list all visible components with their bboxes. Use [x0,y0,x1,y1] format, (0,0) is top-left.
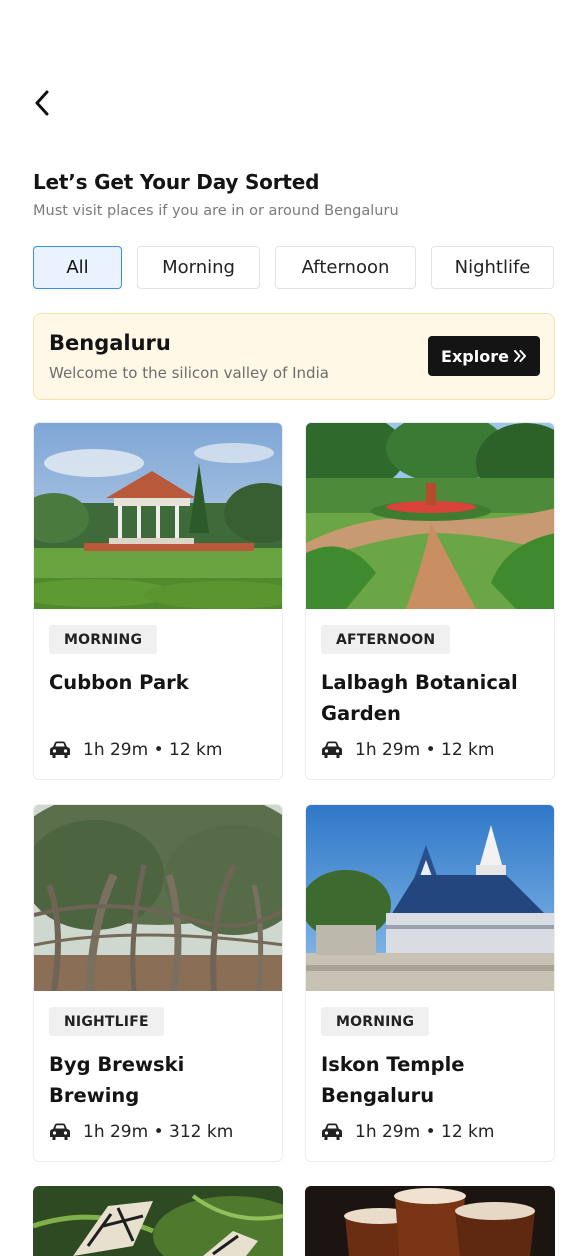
place-card-iskon-temple[interactable]: MORNING Iskon Temple Bengaluru 1h 29m • … [305,804,555,1162]
place-distance: 1h 29m • 12 km [355,740,495,760]
explore-button-label: Explore [441,346,509,366]
place-image [306,423,554,609]
place-distance: 1h 29m • 312 km [83,1122,234,1142]
city-banner: Bengaluru Welcome to the silicon valley … [33,313,555,400]
place-card-butterfly[interactable] [33,1186,283,1256]
car-icon [321,1122,343,1142]
place-name: Cubbon Park [49,671,189,694]
filter-chip-morning[interactable]: Morning [137,246,260,289]
filter-chip-nightlife[interactable]: Nightlife [431,246,554,289]
page-title: Let’s Get Your Day Sorted [33,170,320,194]
time-tag: MORNING [321,1007,430,1036]
place-name: Lalbagh Botanical Garden [321,671,518,725]
place-image [305,1186,555,1256]
place-card-byg-brewski[interactable]: NIGHTLIFE Byg Brewski Brewing 1h 29m • 3… [33,804,283,1162]
place-meta: 1h 29m • 12 km [321,740,494,760]
place-image [34,805,282,991]
banner-title: Bengaluru [49,331,171,355]
double-chevron-right-icon [513,347,527,366]
filter-chip-all[interactable]: All [33,246,122,289]
place-card-brewery[interactable] [305,1186,555,1256]
chevron-left-icon [34,90,50,120]
place-meta: 1h 29m • 12 km [321,1122,494,1142]
place-meta: 1h 29m • 312 km [49,1122,233,1142]
back-button[interactable] [28,90,56,120]
place-name: Iskon Temple Bengaluru [321,1053,465,1107]
time-tag: MORNING [49,625,158,654]
place-distance: 1h 29m • 12 km [355,1122,495,1142]
filter-chip-afternoon[interactable]: Afternoon [275,246,416,289]
time-tag: AFTERNOON [321,625,451,654]
time-tag: NIGHTLIFE [49,1007,164,1036]
place-meta: 1h 29m • 12 km [49,740,222,760]
car-icon [49,1122,71,1142]
explore-button[interactable]: Explore [428,336,540,376]
banner-subtitle: Welcome to the silicon valley of India [49,364,329,382]
place-distance: 1h 29m • 12 km [83,740,223,760]
car-icon [321,740,343,760]
car-icon [49,740,71,760]
filter-tabs: All Morning Afternoon Nightlife [33,246,554,289]
place-image [33,1186,283,1256]
page-subtitle: Must visit places if you are in or aroun… [33,203,399,219]
place-card-lalbagh[interactable]: AFTERNOON Lalbagh Botanical Garden 1h 29… [305,422,555,780]
place-image [34,423,282,609]
place-card-cubbon-park[interactable]: MORNING Cubbon Park 1h 29m • 12 km [33,422,283,780]
place-name: Byg Brewski Brewing [49,1053,185,1107]
place-image [306,805,554,991]
